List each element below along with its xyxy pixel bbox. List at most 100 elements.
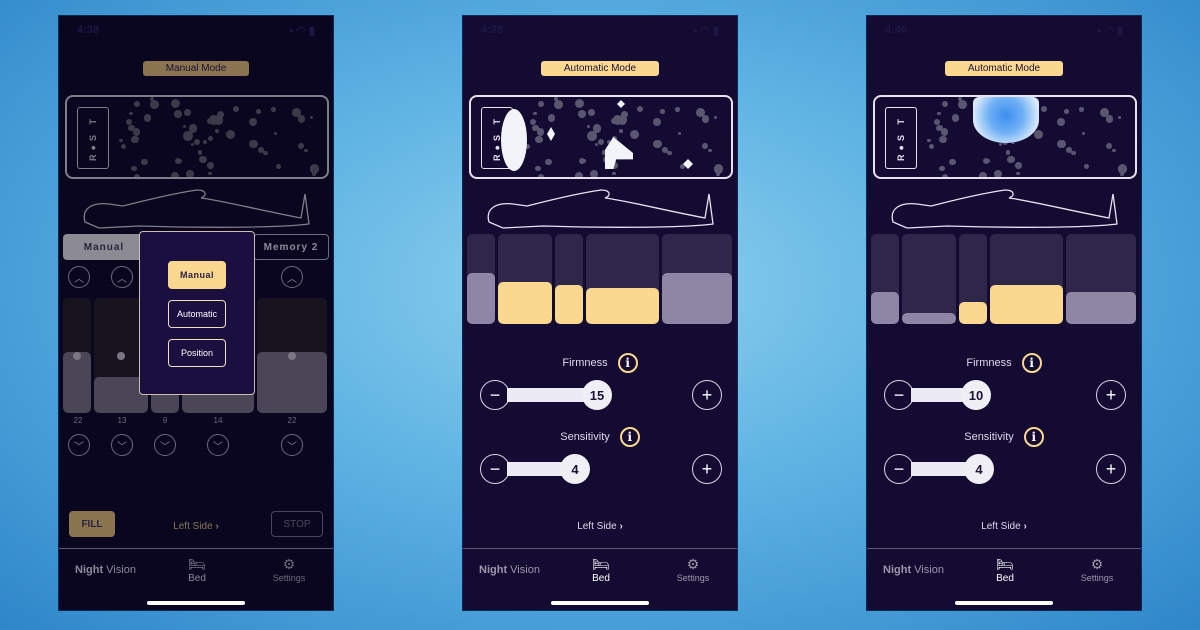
texture-dot	[208, 136, 213, 142]
side-link[interactable]: Left Side ›	[867, 521, 1141, 532]
sensitivity-slider-knob[interactable]: 4	[964, 454, 994, 484]
info-icon[interactable]: i	[1023, 427, 1044, 447]
texture-dot	[1117, 115, 1122, 120]
zone-2-down-button[interactable]: ﹀	[111, 434, 133, 456]
sensitivity-slider-knob[interactable]: 4	[560, 454, 590, 484]
texture-dot	[575, 171, 584, 177]
sensitivity-increase-button[interactable]: +	[1096, 454, 1126, 484]
texture-dot	[303, 148, 308, 153]
tab-bed[interactable]: 🛏 Bed	[571, 556, 631, 584]
texture-dot	[660, 109, 665, 114]
zone-2	[498, 234, 552, 324]
bed-icon: 🛏	[592, 556, 610, 572]
brand-logo: Night Vision	[75, 564, 136, 576]
texture-dot	[537, 100, 545, 107]
zone-5[interactable]	[257, 298, 327, 413]
pressure-spot	[547, 127, 555, 141]
zone-5-up-button[interactable]: ︿	[281, 266, 303, 288]
divider	[867, 548, 1141, 549]
firmness-slider-knob[interactable]: 10	[961, 380, 991, 410]
rest-logo: R●S T	[77, 107, 109, 169]
firmness-label-row: Firmness i	[867, 353, 1141, 373]
zone-1-down-button[interactable]: ﹀	[68, 434, 90, 456]
mode-pill: Manual Mode	[143, 61, 249, 76]
texture-dot	[143, 114, 152, 123]
texture-dot	[203, 139, 208, 145]
texture-dot	[957, 97, 962, 102]
zone-3-value: 9	[162, 416, 168, 425]
tab-bed[interactable]: 🛏 Bed	[975, 556, 1035, 584]
sensitivity-increase-button[interactable]: +	[692, 454, 722, 484]
zone-1-up-button[interactable]: ︿	[68, 266, 90, 288]
tab-memory-2[interactable]: Memory 2	[253, 234, 329, 260]
zone-2-up-button[interactable]: ︿	[111, 266, 133, 288]
firmness-slider-track[interactable]	[911, 388, 965, 402]
tab-settings[interactable]: ⚙ Settings	[663, 556, 723, 583]
body-outline-icon	[83, 189, 310, 229]
texture-dot	[121, 143, 127, 149]
info-icon[interactable]: i	[619, 427, 640, 447]
info-icon[interactable]: i	[1021, 353, 1042, 373]
texture-dot	[537, 128, 545, 136]
zone-5	[1066, 234, 1136, 324]
texture-dot	[949, 158, 956, 166]
texture-dot	[707, 148, 712, 153]
texture-dot	[185, 169, 195, 177]
mode-option-automatic[interactable]: Automatic	[168, 300, 226, 328]
sensitivity-decrease-button[interactable]: −	[884, 454, 914, 484]
texture-dot	[993, 169, 1003, 177]
texture-dot	[586, 124, 591, 129]
mode-select-popup: Manual Automatic Position	[139, 231, 255, 395]
body-outline-icon	[487, 189, 714, 229]
zone-5-handle[interactable]	[288, 352, 296, 360]
stop-button[interactable]: STOP	[271, 511, 323, 537]
texture-dot	[1033, 129, 1044, 140]
texture-dot	[171, 171, 180, 177]
zone-3-down-button[interactable]: ﹀	[154, 434, 176, 456]
zone-2-handle[interactable]	[117, 352, 125, 360]
home-indicator[interactable]	[955, 601, 1053, 605]
home-indicator[interactable]	[147, 601, 245, 605]
texture-dot	[535, 135, 543, 144]
mode-option-position[interactable]: Position	[168, 339, 226, 367]
texture-dot	[141, 158, 148, 166]
firmness-slider-track[interactable]	[507, 388, 586, 402]
sensitivity-decrease-button[interactable]: −	[480, 454, 510, 484]
texture-dot	[1117, 164, 1128, 174]
texture-dot	[309, 164, 320, 174]
texture-dot	[675, 107, 680, 112]
firmness-slider-knob[interactable]: 15	[582, 380, 612, 410]
texture-dot	[173, 110, 182, 118]
zone-5-down-button[interactable]: ﹀	[281, 434, 303, 456]
zone-1[interactable]	[63, 298, 91, 413]
tab-settings[interactable]: ⚙ Settings	[259, 556, 319, 583]
brand-logo: Night Vision	[883, 564, 944, 576]
tab-bed[interactable]: 🛏 Bed	[167, 556, 227, 584]
texture-dot	[653, 140, 662, 149]
gear-icon: ⚙	[282, 556, 296, 572]
firmness-increase-button[interactable]: +	[1096, 380, 1126, 410]
texture-dot	[199, 156, 207, 164]
info-icon[interactable]: i	[617, 353, 638, 373]
zone-4-down-button[interactable]: ﹀	[207, 434, 229, 456]
texture-dot	[292, 108, 301, 118]
mode-option-manual[interactable]: Manual	[168, 261, 226, 289]
tab-manual[interactable]: Manual	[63, 234, 145, 260]
side-link[interactable]: Left Side ›	[463, 521, 737, 532]
chevron-right-icon: ›	[1023, 521, 1027, 532]
texture-dot	[1079, 107, 1084, 112]
tab-bar: Night Vision 🛏 Bed ⚙ Settings	[59, 554, 333, 594]
zone-1-handle[interactable]	[73, 352, 81, 360]
firmness-decrease-button[interactable]: −	[884, 380, 914, 410]
status-bar: 4:38 ▪ ◠ ▮	[481, 24, 719, 40]
zone-1	[871, 234, 899, 324]
texture-dot	[958, 99, 968, 109]
firmness-increase-button[interactable]: +	[692, 380, 722, 410]
home-indicator[interactable]	[551, 601, 649, 605]
texture-dot	[1007, 156, 1015, 164]
texture-dot	[677, 132, 681, 136]
firmness-decrease-button[interactable]: −	[480, 380, 510, 410]
tab-settings[interactable]: ⚙ Settings	[1067, 556, 1127, 583]
phone-screen-automatic-2: 4:40 ▪ ◠ ▮ Automatic Mode R●S T Firmness…	[866, 15, 1142, 611]
texture-dot	[225, 129, 236, 140]
